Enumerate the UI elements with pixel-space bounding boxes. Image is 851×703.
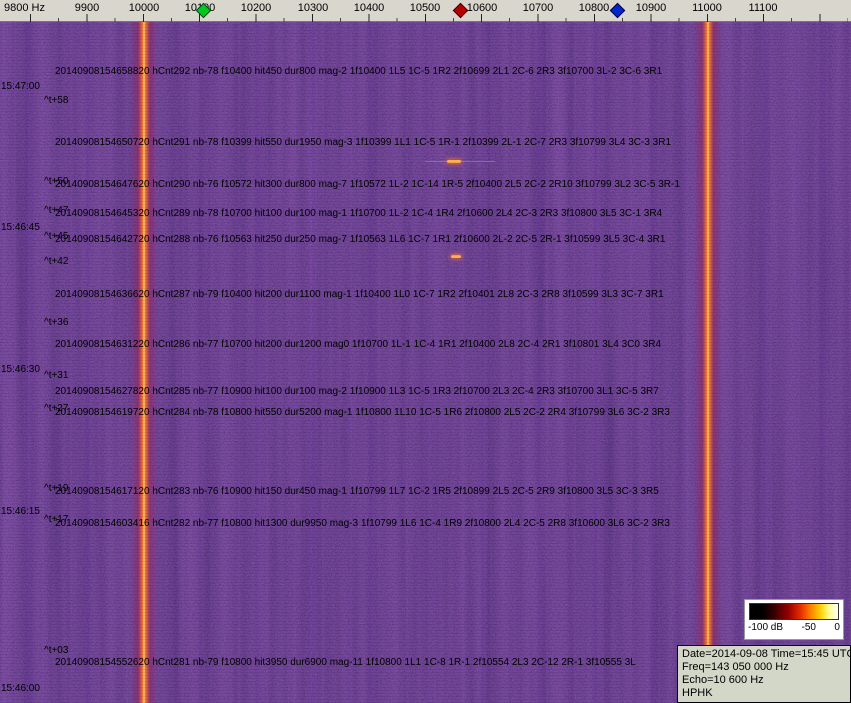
spectrogram-waterfall[interactable]: 15:47:00 15:46:45 15:46:30 15:46:15 15:4… [0,22,851,703]
event-time-marker: ^t+42 [44,256,69,267]
freq-label: 10200 [240,2,272,14]
detection-log-line: 20140908154631220 hCnt286 nb-77 f10700 h… [55,339,662,350]
freq-label: 10300 [297,2,329,14]
info-line-date: Date=2014-09-08 Time=15:45 UTC [682,648,851,660]
status-info-box: Date=2014-09-08 Time=15:45 UTC Freq=143 … [677,645,851,703]
freq-label: 10600 [466,2,498,14]
frequency-scale[interactable]: 9800 Hz 9900 10000 10100 10200 10300 104… [0,0,851,22]
info-line-freq: Freq=143 050 000 Hz [682,661,789,673]
detection-log-line: 20140908154650720 hCnt291 nb-78 f10399 h… [55,137,672,148]
detection-log-line: 20140908154642720 hCnt288 nb-76 f10563 h… [55,234,666,245]
waterfall-scanlines [0,22,851,703]
detection-log-line: 20140908154603416 hCnt282 nb-77 f10800 h… [55,518,670,529]
freq-label: 10700 [522,2,554,14]
detection-log-line: 20140908154645320 hCnt289 nb-78 f10700 h… [55,208,663,219]
freq-label: 10500 [409,2,441,14]
info-line-echo: Echo=10 600 Hz [682,674,764,686]
db-scale-label: 0 [834,622,840,633]
detection-log-line: 20140908154617120 hCnt283 nb-76 f10900 h… [55,486,659,497]
time-axis-label: 15:46:30 [1,364,40,375]
detection-log-line: 20140908154636620 hCnt287 nb-79 f10400 h… [55,289,664,300]
time-axis-label: 15:46:00 [1,683,40,694]
detection-log-line: 20140908154627820 hCnt285 nb-77 f10900 h… [55,386,659,397]
time-axis-label: 15:46:15 [1,506,40,517]
event-time-marker: ^t+31 [44,370,69,381]
db-color-scale: -100 dB -50 0 [744,599,844,640]
db-scale-label: -100 dB [748,622,784,633]
detection-log-line: 20140908154619720 hCnt284 nb-78 f10800 h… [55,407,670,418]
detection-log-line: 20140908154658820 hCnt292 nb-78 f10400 h… [55,66,663,77]
freq-label: 9800 Hz [4,2,45,14]
event-time-marker: ^t+03 [44,645,69,656]
freq-label: 10800 [578,2,610,14]
time-axis-label: 15:46:45 [1,222,40,233]
time-axis-label: 15:47:00 [1,81,40,92]
db-gradient-bar [749,603,839,620]
freq-label: 10900 [635,2,667,14]
detection-log-line: 20140908154647620 hCnt290 nb-76 f10572 h… [55,179,680,190]
freq-minor-ticks [58,18,848,22]
detection-log-line: 20140908154552620 hCnt281 nb-79 f10800 h… [55,657,636,668]
freq-label: 11100 [748,2,778,14]
event-time-marker: ^t+36 [44,317,69,328]
db-scale-label: -50 [801,622,816,633]
event-time-marker: ^t+58 [44,95,69,106]
freq-label: 10400 [353,2,385,14]
freq-label: 11000 [692,2,722,14]
info-line-station: HPHK [682,687,713,699]
freq-label: 9900 [74,2,100,14]
freq-label: 10000 [128,2,160,14]
